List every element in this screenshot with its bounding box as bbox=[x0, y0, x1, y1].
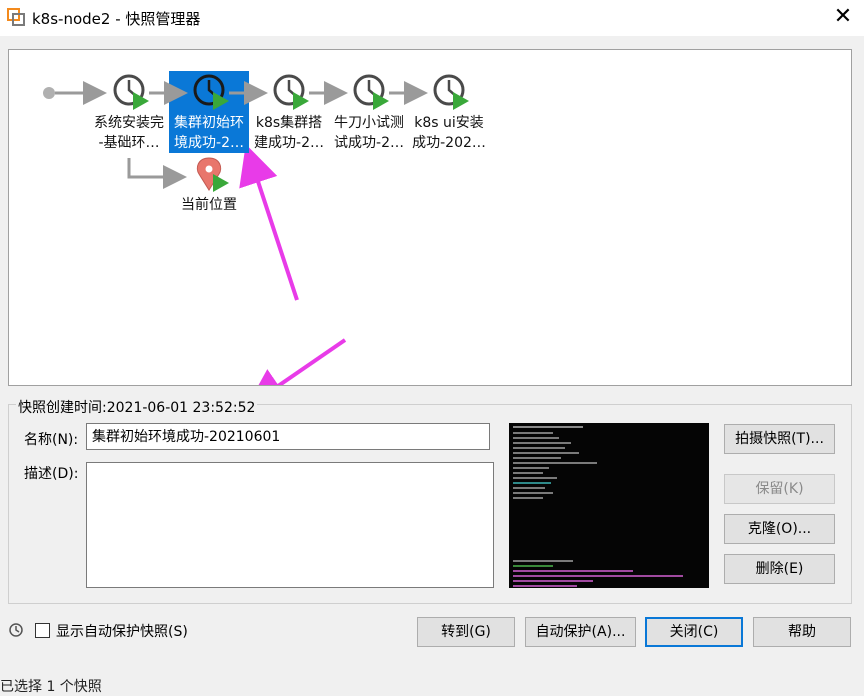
show-autoprotect-label: 显示自动保护快照(S) bbox=[56, 624, 188, 640]
snapshot-label-line1: k8s集群搭 bbox=[255, 115, 323, 131]
snapshot-tree-panel[interactable]: 系统安装完 -基础环… 集群初始环 境成功-2… k8s集群搭 建成功-2… 牛… bbox=[8, 49, 852, 386]
keep-button[interactable]: 保留(K) bbox=[724, 474, 835, 504]
title-bar: k8s-node2 - 快照管理器 ✕ bbox=[0, 0, 864, 36]
show-autoprotect-checkbox[interactable] bbox=[35, 623, 50, 638]
close-button[interactable]: 关闭(C) bbox=[645, 617, 743, 647]
snapshot-label-line1: 系统安装完 bbox=[94, 115, 164, 131]
close-window-button[interactable]: ✕ bbox=[828, 2, 858, 32]
connector-current bbox=[127, 158, 187, 189]
snapshot-label-line1: k8s ui安装 bbox=[414, 115, 484, 131]
snapshot-tree-graph bbox=[43, 74, 469, 385]
snapshot-label-line2: 成功-202… bbox=[412, 135, 486, 151]
current-location-label: 当前位置 bbox=[181, 197, 237, 213]
take-snapshot-button[interactable]: 拍摄快照(T)... bbox=[724, 424, 835, 454]
root-node bbox=[43, 87, 55, 99]
snapshot-node-5[interactable]: k8s ui安装 成功-202… bbox=[409, 113, 489, 153]
snapshot-clock-icon bbox=[273, 74, 309, 110]
vmware-icon bbox=[7, 8, 25, 26]
snapshot-label-line2: 建成功-2… bbox=[254, 135, 324, 151]
snapshot-node-1[interactable]: 系统安装完 -基础环… bbox=[89, 113, 169, 153]
snapshot-label-line2: -基础环… bbox=[98, 135, 160, 151]
delete-button[interactable]: 删除(E) bbox=[724, 554, 835, 584]
snapshot-name-field[interactable]: 集群初始环境成功-20210601 bbox=[86, 423, 490, 450]
snapshot-node-4[interactable]: 牛刀小试测 试成功-2… bbox=[329, 113, 409, 153]
autoprotect-button[interactable]: 自动保护(A)... bbox=[525, 617, 636, 647]
snapshot-clock-icon bbox=[193, 74, 229, 110]
snapshot-label-line2: 试成功-2… bbox=[334, 135, 404, 151]
snapshot-thumbnail bbox=[509, 423, 709, 588]
snapshot-node-2[interactable]: 集群初始环 境成功-2… bbox=[169, 113, 249, 153]
status-bar-text: 已选择 1 个快照 bbox=[0, 679, 102, 695]
snapshot-clock-icon bbox=[433, 74, 469, 110]
snapshot-node-3[interactable]: k8s集群搭 建成功-2… bbox=[249, 113, 329, 153]
snapshot-label-line2: 境成功-2… bbox=[174, 135, 244, 151]
help-button[interactable]: 帮助 bbox=[753, 617, 851, 647]
description-label: 描述(D): bbox=[24, 466, 79, 482]
name-label: 名称(N): bbox=[24, 432, 79, 448]
history-clock-icon bbox=[9, 623, 23, 637]
snapshot-description-field[interactable] bbox=[86, 462, 494, 588]
window-title: k8s-node2 - 快照管理器 bbox=[32, 10, 201, 28]
snapshot-label-line1: 集群初始环 bbox=[174, 115, 244, 131]
snapshot-clock-icon bbox=[113, 74, 149, 110]
snapshot-clock-icon bbox=[353, 74, 389, 110]
annotation-arrow bbox=[239, 144, 299, 301]
clone-button[interactable]: 克隆(O)... bbox=[724, 514, 835, 544]
goto-button[interactable]: 转到(G) bbox=[417, 617, 515, 647]
snapshot-label-line1: 牛刀小试测 bbox=[334, 115, 404, 131]
location-pin-icon bbox=[196, 157, 229, 192]
snapshot-created-time: 快照创建时间:2021-06-01 23:52:52 bbox=[16, 397, 258, 417]
current-location-node[interactable]: 当前位置 bbox=[169, 195, 249, 215]
annotation-arrow bbox=[245, 338, 347, 385]
